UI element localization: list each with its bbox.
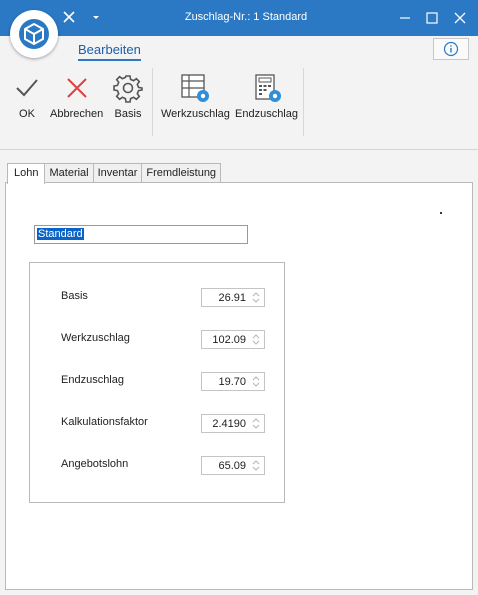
- spinner-arrows-icon[interactable]: [250, 458, 262, 473]
- minimize-button[interactable]: [397, 10, 413, 26]
- spinner-arrows-icon[interactable]: [250, 374, 262, 389]
- kalkulationsfaktor-spinner[interactable]: 2.4190: [201, 414, 265, 433]
- werkzuschlag-button[interactable]: Werkzuschlag: [161, 72, 230, 120]
- endzuschlag-spinner[interactable]: 19.70: [201, 372, 265, 391]
- checkmark-icon: [11, 72, 43, 104]
- stray-dot: [440, 212, 442, 214]
- ribbon-tab-bearbeiten[interactable]: Bearbeiten: [78, 42, 141, 61]
- gear-icon: [112, 72, 144, 104]
- ribbon: Bearbeiten OK Abbrechen Basis Werkzuschl…: [0, 36, 478, 150]
- name-input-value: Standard: [37, 228, 84, 240]
- info-button[interactable]: [433, 38, 469, 60]
- tab-material[interactable]: Material: [45, 163, 94, 183]
- tab-inventar[interactable]: Inventar: [93, 163, 143, 183]
- cancel-x-icon: [61, 72, 93, 104]
- ribbon-separator: [152, 68, 153, 136]
- basis-label: Basis: [114, 108, 142, 120]
- endzuschlag-value: 19.70: [218, 376, 246, 388]
- basis-value: 26.91: [218, 292, 246, 304]
- kalkulationsfaktor-value: 2.4190: [212, 418, 246, 430]
- spinner-arrows-icon[interactable]: [250, 290, 262, 305]
- title-bar: Zuschlag-Nr.: 1 Standard: [0, 0, 478, 58]
- werkzuschlag-label: Werkzuschlag: [161, 108, 230, 120]
- werkzuschlag-value: 102.09: [212, 334, 246, 346]
- tab-lohn[interactable]: Lohn: [7, 163, 46, 184]
- tab-strip: Lohn Material Inventar Fremdleistung: [7, 163, 222, 184]
- maximize-button[interactable]: [424, 10, 440, 26]
- werkzuschlag-field-label: Werkzuschlag: [61, 332, 130, 344]
- ribbon-separator: [303, 68, 304, 136]
- close-button[interactable]: [452, 10, 468, 26]
- cancel-label: Abbrechen: [50, 108, 104, 120]
- angebotslohn-field-label: Angebotslohn: [61, 458, 129, 470]
- kalkulationsfaktor-field-label: Kalkulationsfaktor: [61, 416, 148, 428]
- calculator-gear-icon: [251, 72, 283, 104]
- angebotslohn-spinner[interactable]: 65.09: [201, 456, 265, 475]
- basis-spinner[interactable]: 26.91: [201, 288, 265, 307]
- spinner-arrows-icon[interactable]: [250, 416, 262, 431]
- angebotslohn-value: 65.09: [218, 460, 246, 472]
- table-gear-icon: [179, 72, 211, 104]
- basis-field-label: Basis: [61, 290, 88, 302]
- tab-fremdleistung[interactable]: Fremdleistung: [142, 163, 222, 183]
- name-input[interactable]: Standard: [34, 225, 248, 244]
- cancel-button[interactable]: Abbrechen: [50, 72, 103, 120]
- endzuschlag-label: Endzuschlag: [235, 108, 298, 120]
- werkzuschlag-spinner[interactable]: 102.09: [201, 330, 265, 349]
- basis-button[interactable]: Basis: [112, 72, 144, 120]
- info-icon: [443, 41, 459, 57]
- spinner-arrows-icon[interactable]: [250, 332, 262, 347]
- ok-button[interactable]: OK: [11, 72, 43, 120]
- endzuschlag-field-label: Endzuschlag: [61, 374, 124, 386]
- endzuschlag-button[interactable]: Endzuschlag: [235, 72, 298, 120]
- app-logo[interactable]: [10, 10, 58, 58]
- ok-label: OK: [19, 108, 35, 120]
